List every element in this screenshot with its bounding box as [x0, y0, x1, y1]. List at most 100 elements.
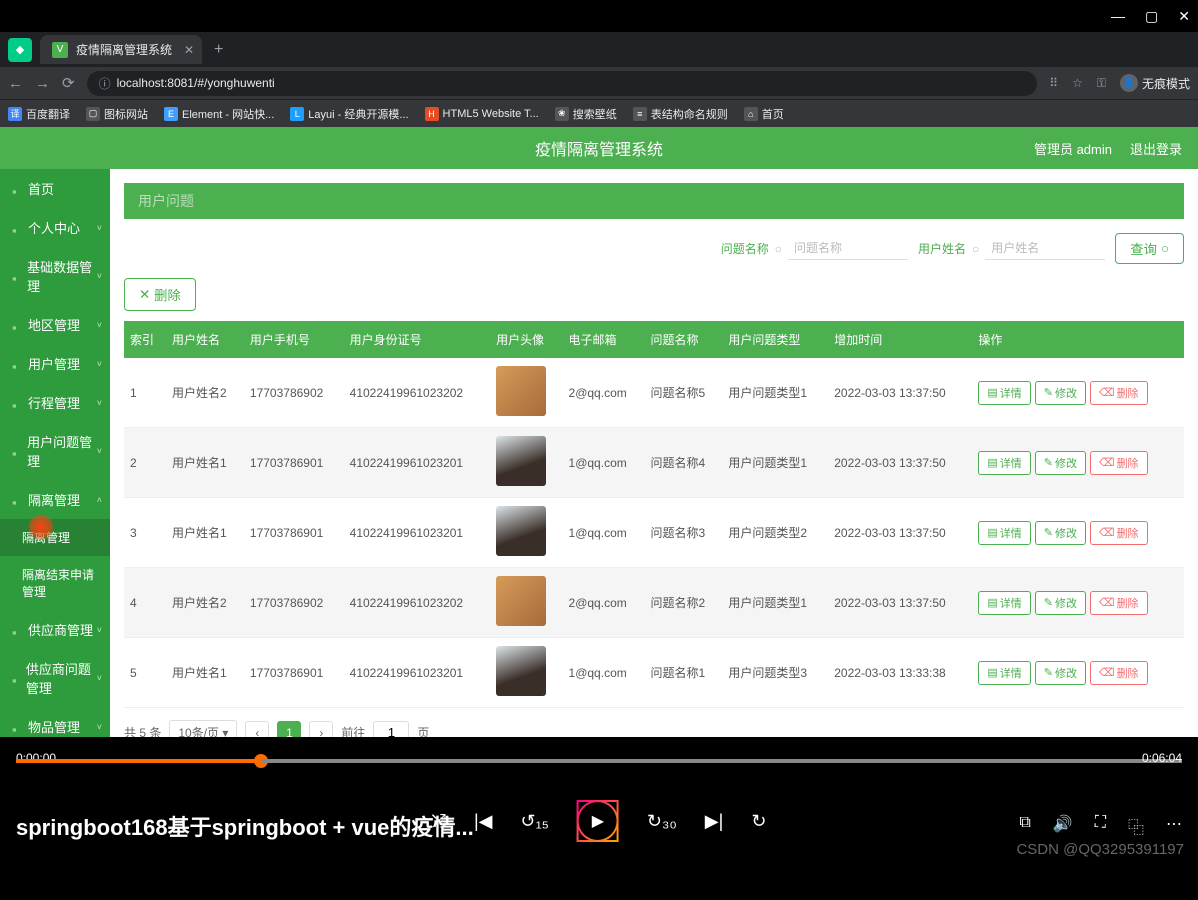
edit-icon: ✎ — [1044, 456, 1053, 469]
os-close[interactable]: ✕ — [1178, 8, 1190, 25]
edit-button[interactable]: ✎修改 — [1035, 451, 1086, 475]
detail-button[interactable]: ▤详情 — [978, 381, 1030, 405]
browser-tab[interactable]: V 疫情隔离管理系统 ✕ — [40, 35, 202, 64]
sidebar-item[interactable]: ▪供应商管理˅ — [0, 610, 110, 649]
bookmark-item[interactable]: EElement - 网站快... — [164, 106, 274, 122]
cell-type: 用户问题类型1 — [722, 428, 828, 498]
cell-time: 2022-03-03 13:37:50 — [828, 498, 972, 568]
bookmark-item[interactable]: LLayui - 经典开源模... — [290, 106, 408, 122]
sidebar-item[interactable]: ▪基础数据管理˅ — [0, 247, 110, 305]
goto-input[interactable] — [373, 721, 409, 737]
next-page-button[interactable]: › — [309, 721, 333, 738]
delete-button[interactable]: ⌫删除 — [1090, 381, 1148, 405]
query-label: 查询 — [1130, 239, 1157, 258]
loop-button[interactable]: ↻ — [751, 811, 766, 832]
back-button[interactable]: ← — [8, 75, 23, 92]
pip-button[interactable]: ⧉ — [1019, 814, 1030, 838]
bookmark-star-icon[interactable]: ☆ — [1072, 76, 1083, 90]
bookmark-item[interactable]: 译百度翻译 — [8, 106, 70, 122]
current-user[interactable]: 管理员 admin — [1034, 139, 1112, 158]
delete-button[interactable]: ⌫删除 — [1090, 521, 1148, 545]
sidebar-item[interactable]: ▪用户管理˅ — [0, 344, 110, 383]
filter-name-input[interactable] — [985, 237, 1105, 260]
reload-button[interactable]: ⟳ — [62, 74, 75, 92]
sidebar-item[interactable]: ▪个人中心˅ — [0, 208, 110, 247]
cell-avatar — [490, 428, 562, 498]
prev-track-button[interactable]: |◀ — [474, 811, 493, 832]
play-button[interactable]: ▶ — [577, 800, 619, 842]
page-number-button[interactable]: 1 — [277, 721, 301, 738]
next-track-button[interactable]: ▶| — [705, 811, 724, 832]
cell-name: 用户姓名2 — [166, 358, 244, 428]
app-launcher-icon[interactable]: ◆ — [8, 38, 32, 62]
watermark: CSDN @QQ3295391197 — [1016, 841, 1184, 858]
forward-button[interactable]: → — [35, 75, 50, 92]
goto-label: 前往 — [341, 724, 365, 737]
more-button[interactable]: ⋯ — [1166, 814, 1182, 838]
sidebar-item[interactable]: 隔离结束申请管理 — [0, 556, 110, 610]
os-minimize[interactable]: — — [1111, 8, 1125, 24]
logout-link[interactable]: 退出登录 — [1130, 139, 1182, 158]
sidebar-item[interactable]: ▪地区管理˅ — [0, 305, 110, 344]
bookmark-item[interactable]: HHTML5 Website T... — [425, 107, 539, 121]
delete-button[interactable]: ⌫删除 — [1090, 591, 1148, 615]
bookmark-icon: H — [425, 107, 439, 121]
translate-icon[interactable]: ⠿ — [1049, 76, 1058, 90]
sidebar-item[interactable]: ▪隔离管理˄ — [0, 480, 110, 519]
delete-button[interactable]: ⌫删除 — [1090, 451, 1148, 475]
search-icon: ○ — [775, 242, 782, 256]
prev-page-button[interactable]: ‹ — [245, 721, 269, 738]
chevron-down-icon: ˄ — [97, 495, 102, 505]
bookmark-item[interactable]: ≡表结构命名规则 — [633, 106, 728, 122]
bulk-delete-button[interactable]: ✕ 删除 — [124, 278, 196, 311]
new-tab-button[interactable]: + — [214, 41, 223, 59]
cell-time: 2022-03-03 13:33:38 — [828, 638, 972, 708]
sidebar-label: 隔离管理 — [22, 529, 70, 546]
sidebar-item[interactable]: 隔离管理 — [0, 519, 110, 556]
sidebar-item[interactable]: ▪物品管理˅ — [0, 707, 110, 737]
sidebar-item[interactable]: ▪行程管理˅ — [0, 383, 110, 422]
url-text: localhost:8081/#/yonghuwenti — [117, 76, 275, 90]
page-size-select[interactable]: 10条/页 ▾ — [169, 720, 237, 737]
forward-30-button[interactable]: ↻₃₀ — [647, 811, 677, 832]
menu-icon: ▪ — [12, 673, 20, 683]
volume-button[interactable]: 🔊 — [1053, 814, 1073, 838]
sidebar-item[interactable]: ▪供应商问题管理˅ — [0, 649, 110, 707]
bookmark-icon: ≡ — [633, 107, 647, 121]
bookmark-item[interactable]: ⌂首页 — [744, 106, 784, 122]
miniplayer-button[interactable]: ⿻ — [1128, 814, 1144, 838]
bookmark-item[interactable]: ▢图标网站 — [86, 106, 148, 122]
address-bar[interactable]: ⓘ localhost:8081/#/yonghuwenti — [87, 71, 1038, 96]
cell-id: 41022419961023202 — [344, 358, 491, 428]
bookmark-item[interactable]: ❀搜索壁纸 — [555, 106, 617, 122]
table-row: 1 用户姓名2 17703786902 41022419961023202 2@… — [124, 358, 1184, 428]
sidebar-label: 供应商管理 — [28, 620, 93, 639]
password-key-icon[interactable]: ⚿ — [1097, 76, 1106, 91]
detail-button[interactable]: ▤详情 — [978, 591, 1030, 615]
site-info-icon[interactable]: ⓘ — [99, 75, 111, 92]
column-header: 电子邮箱 — [563, 321, 645, 358]
edit-button[interactable]: ✎修改 — [1035, 591, 1086, 615]
progress-bar[interactable] — [16, 759, 1182, 763]
avatar — [496, 576, 546, 626]
rewind-15-button[interactable]: ↺₁₅ — [521, 811, 549, 832]
sidebar-item[interactable]: ▪首页 — [0, 169, 110, 208]
os-maximize[interactable]: ▢ — [1145, 8, 1158, 25]
sidebar-label: 基础数据管理 — [27, 257, 98, 295]
fullscreen-button[interactable]: ⛶ — [1095, 814, 1106, 838]
query-button[interactable]: 查询 ○ — [1115, 233, 1184, 264]
sidebar-item[interactable]: ▪用户问题管理˅ — [0, 422, 110, 480]
filter-title-input[interactable] — [788, 237, 908, 260]
edit-button[interactable]: ✎修改 — [1035, 661, 1086, 685]
detail-button[interactable]: ▤详情 — [978, 661, 1030, 685]
delete-button[interactable]: ⌫删除 — [1090, 661, 1148, 685]
cell-name: 用户姓名1 — [166, 638, 244, 708]
detail-button[interactable]: ▤详情 — [978, 451, 1030, 475]
edit-button[interactable]: ✎修改 — [1035, 521, 1086, 545]
edit-button[interactable]: ✎修改 — [1035, 381, 1086, 405]
tab-close-icon[interactable]: ✕ — [184, 43, 194, 57]
incognito-icon: 👤 — [1120, 74, 1138, 92]
detail-button[interactable]: ▤详情 — [978, 521, 1030, 545]
incognito-indicator[interactable]: 👤 无痕模式 — [1120, 74, 1190, 92]
shuffle-button[interactable]: ⤭ — [432, 811, 446, 832]
